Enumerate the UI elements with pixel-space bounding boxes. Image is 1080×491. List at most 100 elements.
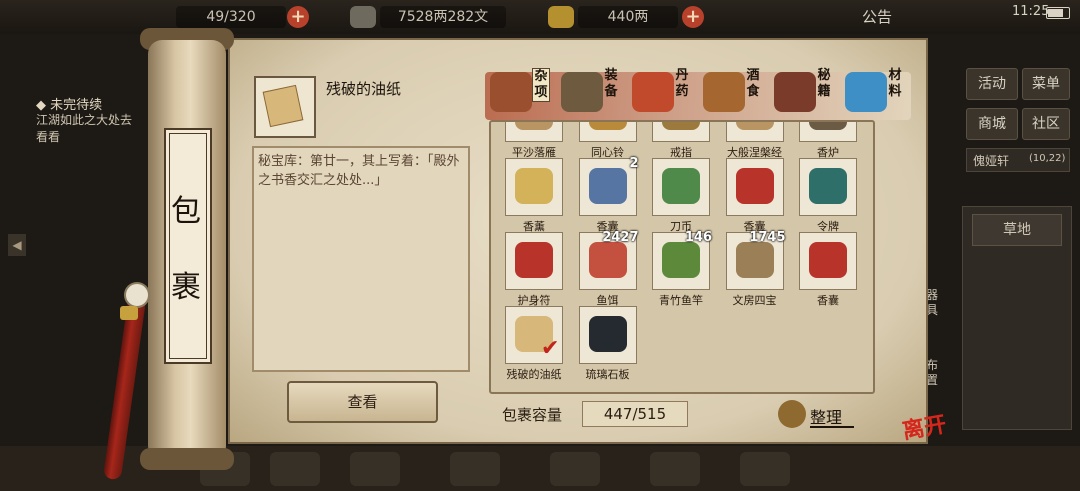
activity-button[interactable]: 活动 xyxy=(966,68,1018,100)
coords: (10,22) xyxy=(1029,153,1066,164)
category-tab[interactable]: 材料 xyxy=(843,66,913,122)
candle-icon xyxy=(515,168,553,204)
item-label: 香囊 xyxy=(817,294,839,307)
item-slot[interactable]: 146 青竹鱼竿 xyxy=(652,230,712,307)
selected-item-name: 残破的油纸 xyxy=(326,80,402,98)
scroll-cap-bottom xyxy=(140,448,234,470)
sachet-red-icon xyxy=(735,168,774,204)
category-tab[interactable]: 秘籍 xyxy=(772,66,842,122)
stone-tablet-icon xyxy=(588,316,627,352)
bottom-slot[interactable] xyxy=(650,452,700,486)
food-icon xyxy=(703,72,745,112)
item-count: 146 xyxy=(684,230,712,245)
item-label: 琉璃石板 xyxy=(585,368,630,381)
item-slot[interactable]: 香囊 xyxy=(799,232,857,307)
category-label: 酒食 xyxy=(746,68,760,99)
quest-title[interactable]: ◆ 未完待续 xyxy=(36,94,102,113)
sort-button[interactable]: 整理 xyxy=(810,404,842,428)
view-button[interactable]: 查看 xyxy=(287,381,438,423)
item-count: 2 xyxy=(629,156,639,171)
bag-title-char2: 裹 xyxy=(171,270,201,305)
category-tab[interactable]: 酒食 xyxy=(701,66,771,122)
token-icon xyxy=(809,168,847,204)
clock: 11:25 xyxy=(1012,4,1050,19)
bottom-slot[interactable] xyxy=(350,452,400,486)
item-slot[interactable]: 刀币 xyxy=(652,158,710,233)
category-tab[interactable]: 杂项 xyxy=(488,66,558,122)
pills-icon xyxy=(632,72,674,112)
category-label: 杂项 xyxy=(532,68,550,102)
location-bar: 傀娅轩 (10,22) xyxy=(966,148,1070,172)
item-slot[interactable]: 香囊 xyxy=(725,158,784,233)
item-slot[interactable]: 2 香囊 xyxy=(578,156,639,233)
item-count: 1745 xyxy=(749,230,786,245)
item-label: 文房四宝 xyxy=(732,294,777,307)
sachet-red-icon xyxy=(809,242,847,278)
item-count: 2427 xyxy=(602,230,639,245)
resource-capacity: 49/320 xyxy=(176,6,286,28)
books-icon xyxy=(774,72,816,112)
item-slot[interactable]: 2427 鱼饵 xyxy=(578,230,639,307)
knot-icon xyxy=(120,306,138,320)
bottom-slot[interactable] xyxy=(550,452,600,486)
item-slot[interactable]: 同心铃 xyxy=(578,122,637,159)
money-bag-icon[interactable] xyxy=(778,400,806,428)
bottom-slot[interactable] xyxy=(740,452,790,486)
item-slot[interactable]: 1745 文房四宝 xyxy=(725,230,786,307)
stationery-icon xyxy=(735,242,774,278)
crystal-icon xyxy=(845,72,887,112)
bead-icon xyxy=(124,282,150,308)
knife-coin-icon xyxy=(662,168,700,204)
item-slot[interactable]: ✔ 残破的油纸 xyxy=(505,306,563,381)
bag-title-char1: 包 xyxy=(171,194,201,229)
collapse-arrow-icon[interactable]: ◀ xyxy=(8,234,26,256)
add-gold-button[interactable]: + xyxy=(682,6,704,28)
character-name: 傀娅轩 xyxy=(973,154,1010,168)
layout-tab[interactable]: 布置 xyxy=(926,358,940,388)
sachet-blue-icon xyxy=(588,168,627,204)
gold-icon xyxy=(548,6,574,28)
menu-button[interactable]: 菜单 xyxy=(1022,68,1070,100)
item-slot[interactable]: 香炉 xyxy=(799,122,857,159)
category-label: 材料 xyxy=(888,68,902,99)
community-button[interactable]: 社区 xyxy=(1022,108,1070,140)
capacity-value: 447/515 xyxy=(582,401,688,427)
oil-paper-icon xyxy=(262,84,304,128)
shop-button[interactable]: 商城 xyxy=(966,108,1018,140)
ring-icon xyxy=(662,122,700,130)
worm-icon xyxy=(588,242,627,278)
item-slot[interactable]: 令牌 xyxy=(799,158,857,233)
selected-check-icon: ✔ xyxy=(541,336,560,361)
item-slot[interactable]: 香薰 xyxy=(505,158,563,233)
notice-button[interactable]: 公告 xyxy=(862,6,892,27)
censer-icon xyxy=(809,122,847,130)
battery-icon xyxy=(1046,7,1070,19)
quest-desc[interactable]: 江湖如此之大处去看看 xyxy=(36,112,136,146)
bottom-slot[interactable] xyxy=(450,452,500,486)
item-grid: 平沙落雁 同心铃 戒指 大般涅槃经 香炉 香薰 2 香囊 刀币 香囊 令牌 护身符 2427 鱼饵 146 青… xyxy=(489,120,875,394)
jar-icon xyxy=(490,72,532,112)
gold-display: 440两 xyxy=(578,6,678,28)
item-slot[interactable]: 琉璃石板 xyxy=(578,306,637,381)
item-slot[interactable]: 平沙落雁 xyxy=(505,122,563,159)
add-resource-button[interactable]: + xyxy=(287,6,309,28)
item-slot[interactable]: 戒指 xyxy=(652,122,710,159)
item-slot[interactable]: 护身符 xyxy=(505,232,563,307)
sutra-icon xyxy=(735,122,774,130)
item-slot[interactable]: 大般涅槃经 xyxy=(725,122,784,159)
scroll-case-icon xyxy=(561,72,603,112)
capacity-label: 包裹容量 xyxy=(502,406,563,424)
leave-button[interactable]: 离开 xyxy=(900,406,949,445)
category-tab[interactable]: 装备 xyxy=(559,66,629,122)
fishing-rod-icon xyxy=(662,242,700,278)
bottom-slot[interactable] xyxy=(270,452,320,486)
tools-tab[interactable]: 器具 xyxy=(926,288,940,318)
category-tab[interactable]: 丹药 xyxy=(630,66,700,122)
bell-icon xyxy=(588,122,627,130)
sort-underline xyxy=(810,426,854,428)
category-label: 装备 xyxy=(604,68,618,99)
location-grass[interactable]: 草地 xyxy=(972,214,1062,246)
category-label: 丹药 xyxy=(675,68,689,99)
item-desc: 秘宝库：第廿一，其上写着：「殿外之书香交汇之处处...」 xyxy=(258,154,460,188)
category-label: 秘籍 xyxy=(817,68,831,99)
